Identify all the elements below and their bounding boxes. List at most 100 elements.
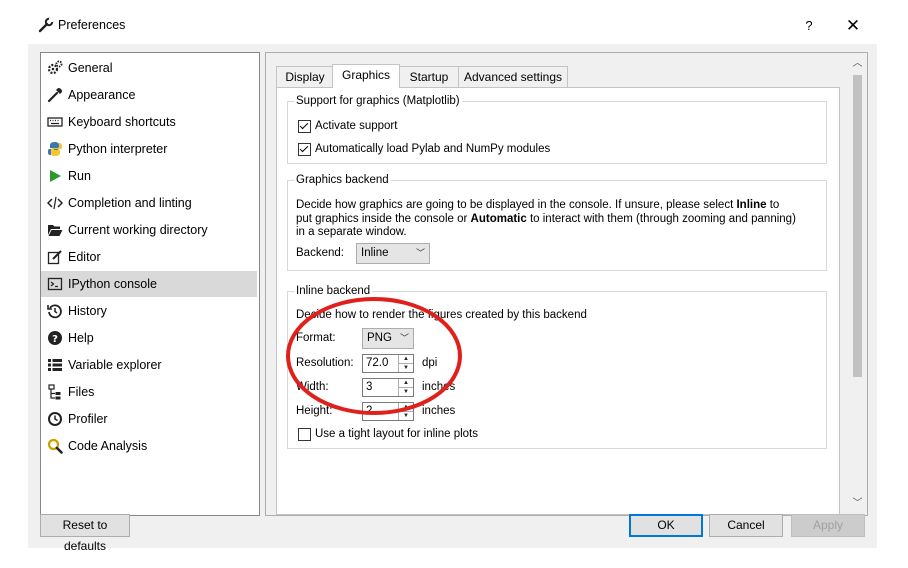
reset-to-defaults-button[interactable]: Reset to defaults	[40, 514, 130, 553]
spin-up-icon[interactable]: ▲	[399, 379, 413, 388]
sidebar-item-code-analysis[interactable]: Code Analysis	[41, 433, 257, 459]
tab-graphics[interactable]: Graphics	[332, 64, 400, 88]
backend-label: Backend:	[296, 247, 344, 259]
gears-icon	[47, 60, 63, 76]
title-bar: Preferences ? ✕	[28, 8, 877, 44]
wrench-icon	[38, 17, 54, 33]
format-label: Format:	[296, 332, 336, 344]
ok-button[interactable]: OK	[629, 514, 703, 537]
sidebar-item-working-directory[interactable]: Current working directory	[41, 217, 257, 243]
inline-backend-group: Inline backend Decide how to render the …	[287, 284, 827, 449]
tight-layout-checkbox[interactable]	[298, 428, 311, 441]
sidebar-item-files[interactable]: Files	[41, 379, 257, 405]
activate-support-label: Activate support	[315, 120, 398, 132]
list-icon	[47, 357, 63, 373]
history-icon	[47, 303, 63, 319]
sidebar-item-python-interpreter[interactable]: Python interpreter	[41, 136, 257, 162]
spin-up-icon[interactable]: ▲	[399, 355, 413, 364]
tight-layout-label: Use a tight layout for inline plots	[315, 428, 479, 440]
height-spinbox[interactable]: 2 ▲ ▼	[362, 402, 414, 421]
folder-open-icon	[47, 222, 63, 238]
sidebar-item-appearance[interactable]: Appearance	[41, 82, 257, 108]
scroll-down-icon[interactable]: ﹀	[849, 495, 866, 512]
code-icon	[47, 195, 63, 211]
group-title: Inline backend	[294, 284, 373, 298]
python-icon	[47, 141, 63, 157]
backend-select[interactable]: Inline ﹀	[356, 243, 430, 264]
sidebar-item-general[interactable]: General	[41, 55, 257, 81]
apply-button[interactable]: Apply	[791, 514, 865, 537]
magnifier-icon	[47, 438, 63, 454]
sidebar-item-label: Appearance	[68, 88, 136, 102]
window-title: Preferences	[58, 18, 126, 32]
sidebar-item-profiler[interactable]: Profiler	[41, 406, 257, 432]
question-circle-icon: ?	[47, 330, 63, 346]
width-unit: inches	[422, 381, 456, 393]
format-select[interactable]: PNG ﹀	[362, 328, 414, 349]
sidebar-item-keyboard-shortcuts[interactable]: Keyboard shortcuts	[41, 109, 257, 135]
sidebar-item-label: Code Analysis	[68, 439, 148, 453]
spin-down-icon[interactable]: ▼	[399, 364, 413, 372]
terminal-icon	[47, 276, 63, 292]
cancel-button[interactable]: Cancel	[709, 514, 783, 537]
sidebar-item-run[interactable]: Run	[41, 163, 257, 189]
sidebar-item-label: Completion and linting	[68, 196, 192, 210]
help-button[interactable]: ?	[796, 14, 822, 38]
group-title: Support for graphics (Matplotlib)	[294, 94, 462, 108]
sidebar-item-ipython-console[interactable]: IPython console	[41, 271, 257, 297]
width-label: Width:	[296, 381, 329, 393]
sidebar-item-label: Files	[68, 385, 95, 399]
activate-support-checkbox[interactable]	[298, 120, 311, 133]
sidebar-item-label: Run	[68, 169, 91, 183]
group-title: Graphics backend	[294, 173, 391, 187]
tab-display[interactable]: Display	[276, 66, 334, 88]
preferences-sidebar: General Appearance Keyboard shortcuts Py…	[40, 52, 260, 516]
autoload-pylab-checkbox[interactable]	[298, 143, 311, 156]
sidebar-item-label: Profiler	[68, 412, 108, 426]
tab-startup[interactable]: Startup	[398, 66, 460, 88]
resolution-label: Resolution:	[296, 357, 354, 369]
spin-down-icon[interactable]: ▼	[399, 412, 413, 420]
sidebar-item-variable-explorer[interactable]: Variable explorer	[41, 352, 257, 378]
sidebar-item-label: General	[68, 61, 113, 75]
graphics-backend-group: Graphics backend Decide how graphics are…	[287, 173, 827, 271]
edit-icon	[47, 249, 63, 265]
sidebar-item-completion-linting[interactable]: Completion and linting	[41, 190, 257, 216]
sidebar-item-label: IPython console	[68, 277, 157, 291]
sidebar-item-editor[interactable]: Editor	[41, 244, 257, 270]
autoload-pylab-label: Automatically load Pylab and NumPy modul…	[315, 143, 551, 155]
preferences-dialog: Preferences ? ✕ General Appearance Keybo…	[28, 8, 877, 553]
content-scrollbar[interactable]: ︿ ﹀	[849, 53, 866, 515]
eyedropper-icon	[47, 87, 63, 103]
clock-icon	[47, 411, 63, 427]
spin-up-icon[interactable]: ▲	[399, 403, 413, 412]
tab-advanced-settings[interactable]: Advanced settings	[458, 66, 568, 88]
backend-description: Decide how graphics are going to be disp…	[296, 199, 796, 238]
sidebar-item-help[interactable]: ? Help	[41, 325, 257, 351]
sidebar-item-label: Python interpreter	[68, 142, 168, 156]
spin-down-icon[interactable]: ▼	[399, 388, 413, 396]
scrollbar-thumb[interactable]	[853, 75, 862, 377]
file-tree-icon	[47, 384, 63, 400]
width-spinbox[interactable]: 3 ▲ ▼	[362, 378, 414, 397]
sidebar-item-label: Help	[68, 331, 94, 345]
height-label: Height:	[296, 405, 333, 417]
support-graphics-group: Support for graphics (Matplotlib) Activa…	[287, 94, 827, 164]
chevron-down-icon: ﹀	[415, 248, 425, 258]
svg-text:?: ?	[52, 334, 58, 345]
inline-description: Decide how to render the figures created…	[296, 309, 587, 321]
sidebar-item-label: Variable explorer	[68, 358, 162, 372]
resolution-spinbox[interactable]: 72.0 ▲ ▼	[362, 354, 414, 373]
chevron-down-icon: ﹀	[399, 333, 409, 343]
graphics-tab-pane: Support for graphics (Matplotlib) Activa…	[276, 87, 840, 515]
preferences-content-panel: Display Graphics Startup Advanced settin…	[265, 52, 868, 516]
play-icon	[47, 168, 63, 184]
sidebar-item-label: Keyboard shortcuts	[68, 115, 176, 129]
sidebar-item-label: Editor	[68, 250, 101, 264]
resolution-unit: dpi	[422, 357, 438, 369]
sidebar-item-history[interactable]: History	[41, 298, 257, 324]
sidebar-item-label: Current working directory	[68, 223, 208, 237]
sidebar-item-label: History	[68, 304, 107, 318]
scroll-up-icon[interactable]: ︿	[849, 55, 866, 72]
close-button[interactable]: ✕	[838, 14, 868, 38]
